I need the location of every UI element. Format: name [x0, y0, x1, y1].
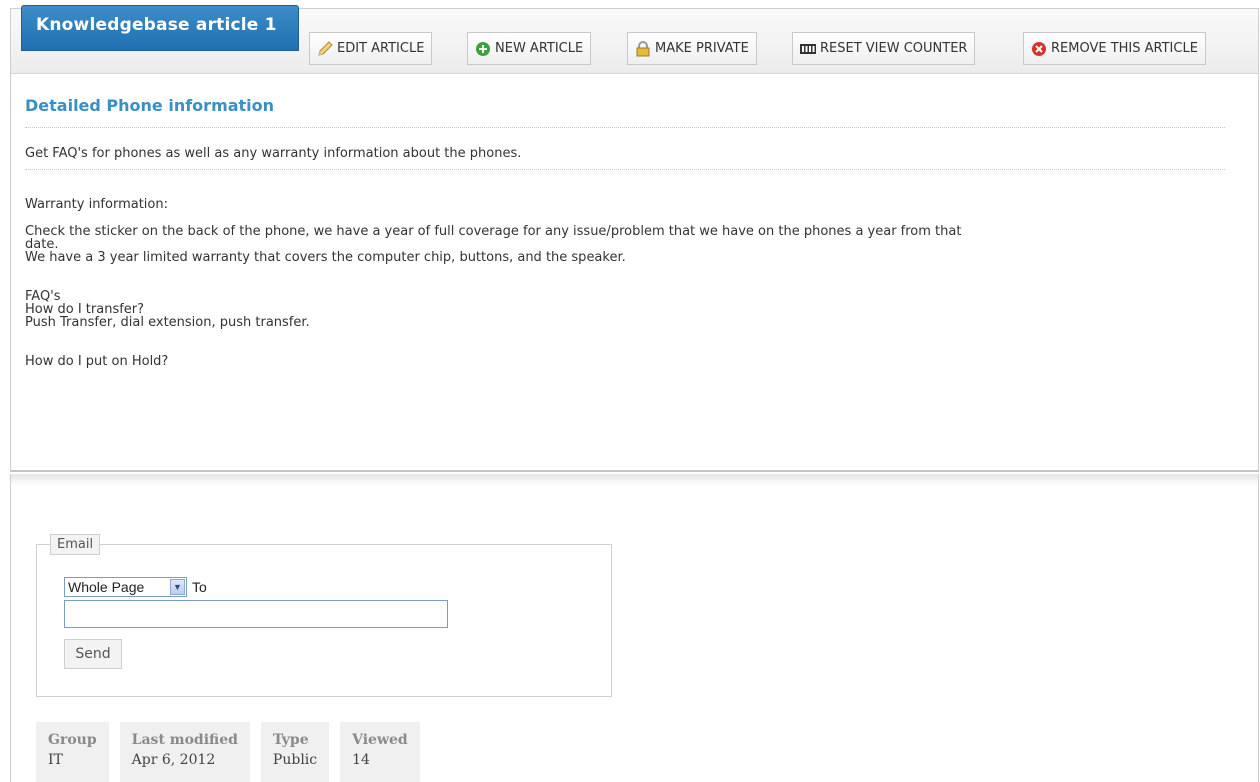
- edit-article-button[interactable]: EDIT ARTICLE: [309, 32, 433, 65]
- article-summary: Get FAQ's for phones as well as any warr…: [25, 128, 1225, 170]
- article-meta: Group IT Last modified Apr 6, 2012 Type …: [36, 722, 420, 782]
- meta-group: Group IT: [36, 722, 109, 782]
- faq-answer: Push Transfer, dial extension, push tran…: [25, 315, 310, 330]
- meta-label: Viewed: [352, 732, 408, 748]
- email-scope-select[interactable]: Whole Page ▼: [64, 577, 187, 597]
- toolbar: Knowledgebase article 1 EDIT ARTICLE NEW…: [11, 5, 1258, 74]
- email-scope-row: Whole Page ▼ To: [64, 577, 207, 597]
- reset-view-counter-button[interactable]: RESET VIEW COUNTER: [792, 32, 976, 65]
- to-label: To: [192, 579, 207, 595]
- pencil-icon: [316, 40, 334, 58]
- warranty-line: We have a 3 year limited warranty that c…: [25, 250, 626, 265]
- send-button[interactable]: Send: [64, 639, 122, 669]
- article-title-tab: Knowledgebase article 1: [21, 5, 299, 51]
- article-headline: Detailed Phone information: [25, 96, 1225, 128]
- meta-last-modified: Last modified Apr 6, 2012: [119, 722, 250, 782]
- email-scope-value: Whole Page: [68, 579, 145, 595]
- remove-circle-icon: [1030, 40, 1048, 58]
- make-private-label: MAKE PRIVATE: [655, 41, 749, 56]
- new-article-label: NEW ARTICLE: [495, 41, 584, 56]
- new-article-button[interactable]: NEW ARTICLE: [467, 32, 592, 65]
- email-to-input[interactable]: [64, 600, 448, 628]
- email-fieldset: Email Whole Page ▼ To Send: [36, 534, 612, 697]
- chevron-down-icon[interactable]: ▼: [170, 579, 185, 595]
- reset-view-counter-label: RESET VIEW COUNTER: [820, 41, 968, 56]
- edit-article-label: EDIT ARTICLE: [337, 41, 425, 56]
- email-legend: Email: [50, 534, 101, 555]
- faq-heading: FAQ's: [25, 289, 61, 304]
- counter-icon: [799, 40, 817, 58]
- panel-shade: [11, 474, 1258, 486]
- meta-label: Last modified: [131, 732, 238, 748]
- meta-type: Type Public: [260, 722, 330, 782]
- actions-panel: Email Whole Page ▼ To Send Group IT Last…: [10, 474, 1259, 782]
- meta-value: 14: [352, 752, 370, 768]
- meta-viewed: Viewed 14: [340, 722, 420, 782]
- meta-label: Group: [48, 732, 97, 748]
- make-private-button[interactable]: MAKE PRIVATE: [627, 32, 757, 65]
- meta-label: Type: [272, 732, 309, 748]
- remove-article-button[interactable]: REMOVE THIS ARTICLE: [1023, 32, 1206, 65]
- warranty-heading: Warranty information:: [25, 197, 168, 212]
- remove-article-label: REMOVE THIS ARTICLE: [1051, 41, 1198, 56]
- padlock-icon: [634, 40, 652, 58]
- meta-value: IT: [48, 752, 63, 768]
- warranty-line: Check the sticker on the back of the pho…: [25, 224, 962, 239]
- article-content: Detailed Phone information Get FAQ's for…: [25, 96, 1225, 368]
- meta-value: Apr 6, 2012: [131, 752, 216, 768]
- article-body: Warranty information: Check the sticker …: [25, 198, 1225, 368]
- add-circle-icon: [474, 40, 492, 58]
- faq-question: How do I put on Hold?: [25, 354, 169, 369]
- meta-value: Public: [272, 752, 318, 768]
- article-title: Knowledgebase article 1: [36, 15, 277, 35]
